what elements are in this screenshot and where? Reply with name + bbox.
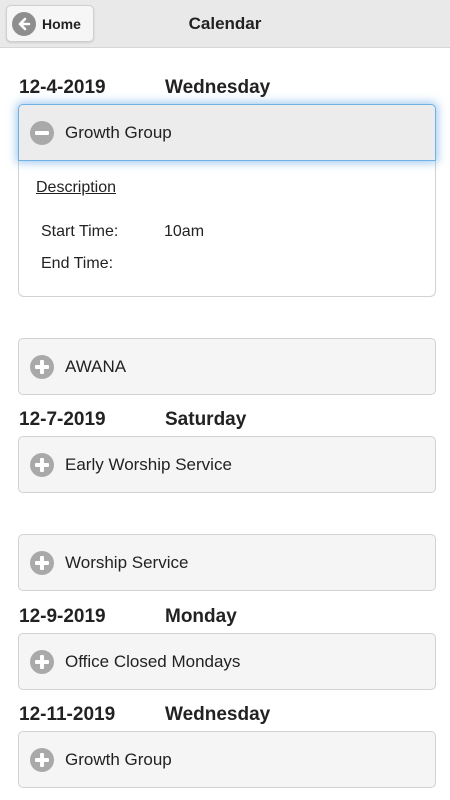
plus-circle-icon [30, 550, 54, 575]
start-time-label: Start Time: [41, 223, 119, 240]
weekday-label: Monday [165, 606, 237, 627]
weekday-label: Wednesday [165, 77, 271, 98]
plus-circle-icon [30, 452, 54, 477]
start-time-value: 10am [164, 223, 205, 240]
plus-circle-icon [30, 649, 54, 674]
event-title: Office Closed Mondays [65, 651, 241, 671]
plus-circle-icon [30, 354, 54, 379]
event-title: Early Worship Service [65, 454, 232, 474]
date-label: 12-9-2019 [19, 606, 106, 627]
description-link[interactable]: Description [36, 179, 116, 197]
date-heading: 12-9-2019 Monday [19, 606, 237, 630]
event-title: Growth Group [65, 122, 172, 142]
event-awana[interactable]: AWANA [18, 338, 436, 395]
event-title: Worship Service [65, 552, 189, 572]
date-heading: 12-11-2019 Wednesday [19, 704, 270, 728]
weekday-label: Saturday [165, 409, 247, 430]
header-bar: Home Calendar [0, 0, 450, 48]
date-heading: 12-7-2019 Saturday [19, 409, 246, 433]
weekday-label: Wednesday [165, 704, 271, 725]
date-heading: 12-4-2019 Wednesday [19, 77, 270, 101]
event-details-panel: Description Start Time: 10am End Time: [18, 159, 436, 297]
plus-circle-icon [30, 747, 54, 772]
event-title: AWANA [65, 356, 127, 376]
minus-circle-icon [30, 120, 54, 145]
date-label: 12-7-2019 [19, 409, 106, 430]
page-title: Calendar [188, 14, 262, 33]
event-growth-group[interactable]: Growth Group [18, 731, 436, 788]
event-worship-service[interactable]: Worship Service [18, 534, 436, 591]
date-label: 12-4-2019 [19, 77, 106, 98]
event-growth-group-expanded[interactable]: Growth Group [18, 104, 436, 161]
end-time-label: End Time: [41, 255, 114, 272]
event-office-closed-mondays[interactable]: Office Closed Mondays [18, 633, 436, 690]
event-early-worship-service[interactable]: Early Worship Service [18, 436, 436, 493]
event-title: Growth Group [65, 749, 172, 769]
date-label: 12-11-2019 [19, 704, 116, 725]
